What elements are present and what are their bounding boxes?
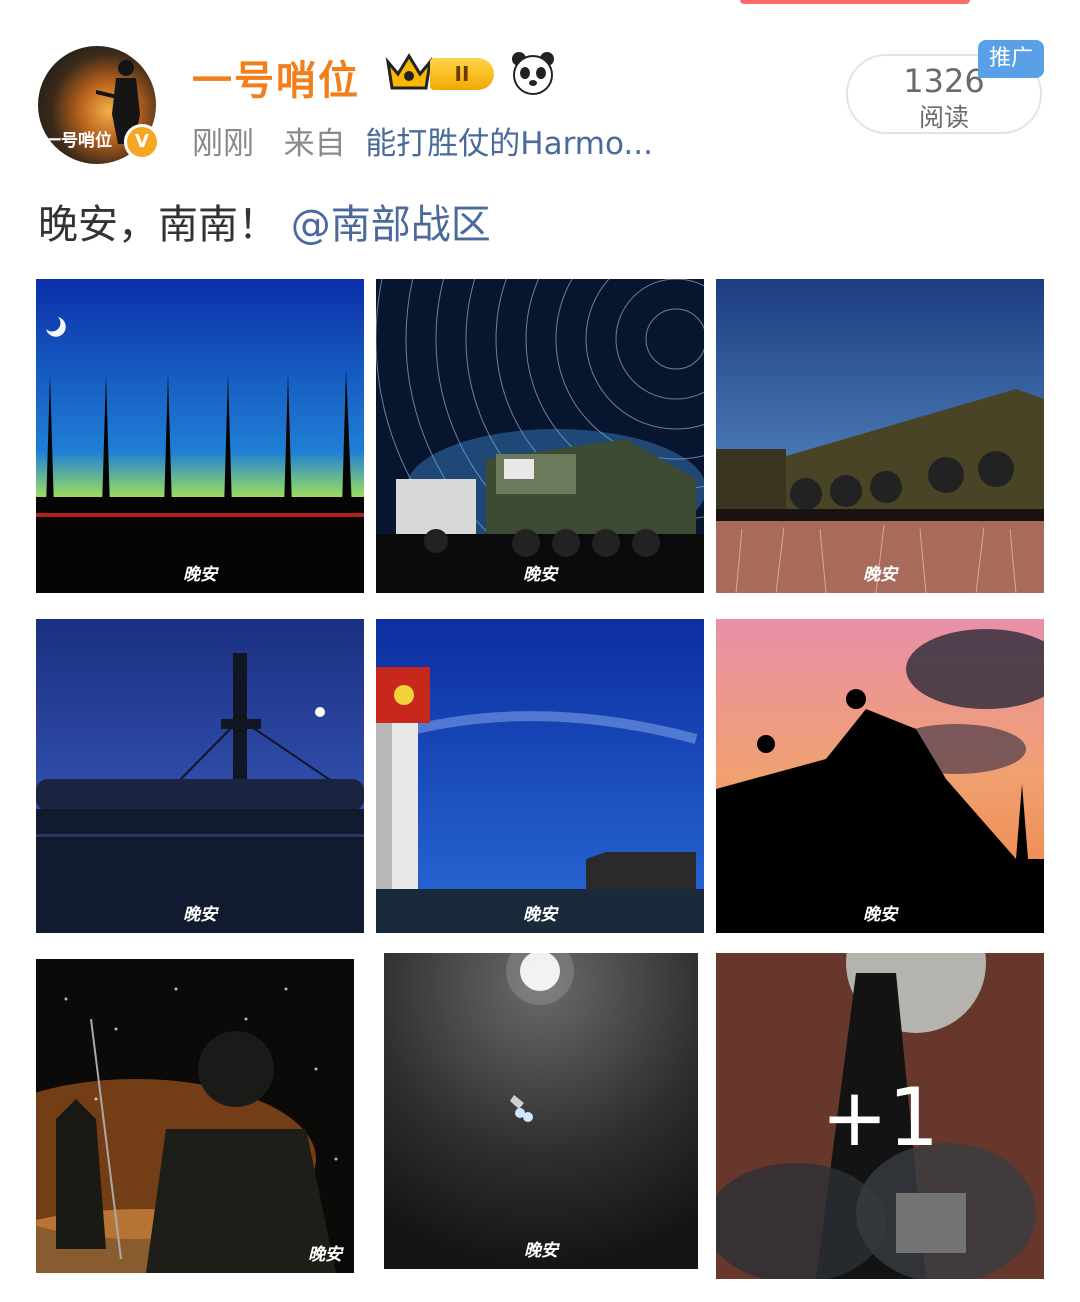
star-trail-truck-image <box>376 279 704 593</box>
image-tile-9[interactable]: +1 <box>716 953 1044 1279</box>
source-prefix: 来自 <box>283 126 346 162</box>
image-tile-3[interactable]: 晚安 <box>716 279 1044 593</box>
source-link[interactable]: 能打胜仗的Harmo... <box>365 126 653 162</box>
post-text: 晚安，南南！ @南部战区 <box>38 192 491 250</box>
night-ship-image <box>36 619 364 933</box>
image-tile-4[interactable]: 晚安 <box>36 619 364 933</box>
image-tile-6[interactable]: 晚安 <box>716 619 1044 933</box>
rank-badge: II <box>430 58 494 90</box>
image-tile-5[interactable]: 晚安 <box>376 619 704 933</box>
read-label: 阅读 <box>918 103 969 132</box>
image-caption: 晚安 <box>863 905 897 925</box>
more-images-count: +1 <box>821 1071 939 1164</box>
image-caption: 晚安 <box>523 905 557 925</box>
image-tile-1[interactable]: 晚安 <box>36 279 364 593</box>
verified-icon: V <box>124 124 160 160</box>
promo-tag[interactable]: 推广 <box>978 40 1044 78</box>
image-caption: 晚安 <box>183 565 217 585</box>
image-caption: 晚安 <box>183 905 217 925</box>
post-meta: 刚刚 来自 能打胜仗的Harmo... <box>192 118 653 163</box>
radio-operator-image <box>36 959 354 1273</box>
image-tile-2[interactable]: 晚安 <box>376 279 704 593</box>
username[interactable]: 一号哨位 <box>192 48 360 106</box>
image-caption: 晚安 <box>863 565 897 585</box>
rail-transport-image <box>716 279 1044 593</box>
post-time: 刚刚 <box>192 126 254 162</box>
post-body: 晚安，南南！ <box>38 202 278 248</box>
crown-icon <box>385 53 433 90</box>
night-jet-image <box>384 953 698 1269</box>
image-caption: 晚安 <box>524 1241 558 1261</box>
missile-silhouette-image <box>36 279 364 593</box>
panda-icon <box>512 52 554 95</box>
top-header-edge <box>740 0 970 4</box>
image-tile-8[interactable]: 晚安 <box>384 953 698 1269</box>
image-tile-7[interactable]: 晚安 <box>36 959 354 1273</box>
watchtower-image <box>376 619 704 933</box>
sunset-soldiers-image <box>716 619 1044 933</box>
mention-link[interactable]: @南部战区 <box>291 202 491 248</box>
image-caption: 晚安 <box>523 565 557 585</box>
image-caption: 晚安 <box>308 1245 342 1265</box>
